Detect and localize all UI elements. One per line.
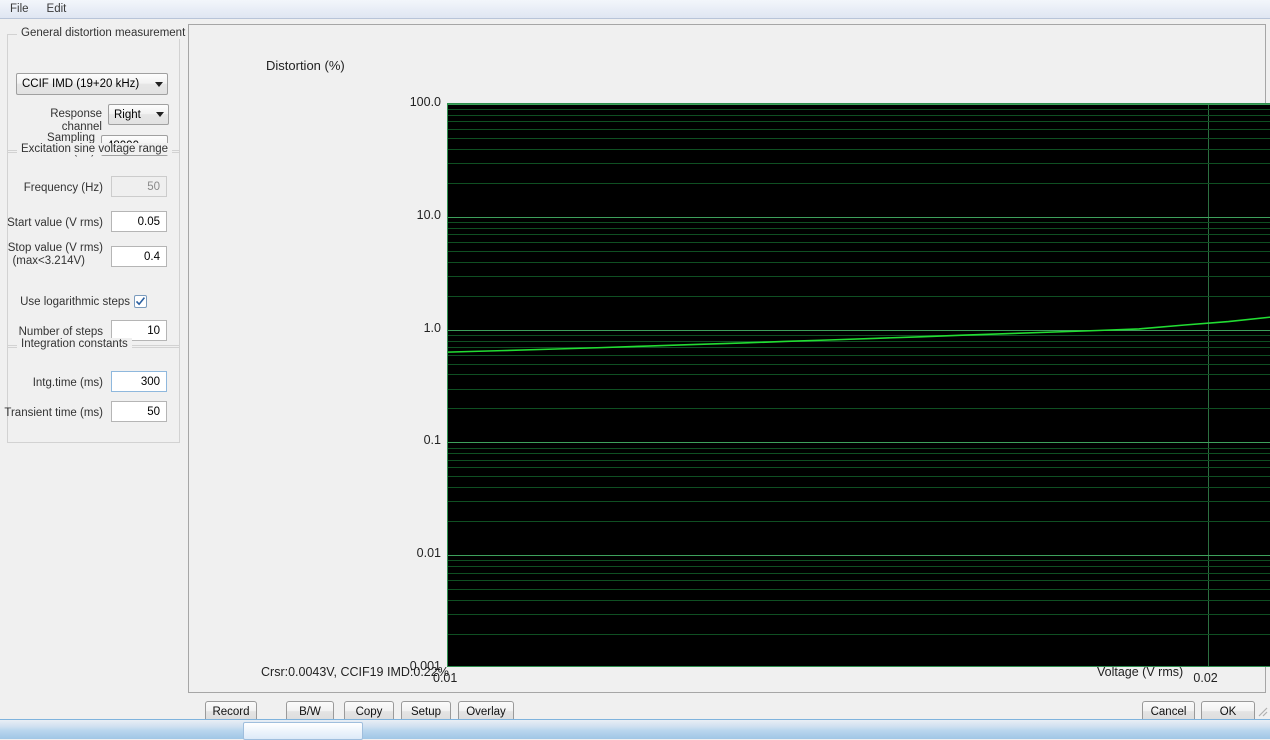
x-tick-label: 0.02 xyxy=(1193,671,1218,685)
taskbar-button-active[interactable] xyxy=(243,722,363,740)
application-window: File Edit General distortion measurement… xyxy=(0,0,1270,740)
distortion-trace xyxy=(448,316,1270,353)
x-axis-label: Voltage (V rms) xyxy=(1097,665,1184,679)
transient-time-input[interactable]: 50 xyxy=(111,401,167,422)
check-icon xyxy=(135,297,146,306)
group-integration-constants-title: Integration constants xyxy=(17,338,132,350)
taskbar xyxy=(0,719,1270,740)
frequency-label: Frequency (Hz) xyxy=(23,182,103,194)
transient-time-label: Transient time (ms) xyxy=(4,407,103,419)
number-of-steps-text: 10 xyxy=(147,324,160,337)
start-value-label: Start value (V rms) xyxy=(7,217,103,229)
chevron-down-icon xyxy=(151,82,167,87)
y-tick-label: 10.0 xyxy=(416,207,441,222)
y-tick-label: 100.0 xyxy=(409,95,441,109)
response-channel-label: Response channel xyxy=(50,108,102,133)
start-value-text: 0.05 xyxy=(137,215,160,228)
response-channel-value: Right xyxy=(114,108,141,121)
measurement-type-value: CCIF IMD (19+20 kHz) xyxy=(22,78,140,90)
menu-bar: File Edit xyxy=(0,0,1270,19)
stop-value-label-line1: Stop value (V rms) xyxy=(7,242,103,254)
stop-value-input[interactable]: 0.4 xyxy=(111,246,167,267)
integration-time-label: Intg.time (ms) xyxy=(32,377,103,389)
stop-value-text: 0.4 xyxy=(144,250,160,263)
chevron-down-icon xyxy=(152,112,168,117)
integration-time-text: 300 xyxy=(140,375,160,388)
button-bar: Record B/W Copy Setup Overlay Cancel OK xyxy=(0,694,1270,722)
chart-title: Distortion (%) xyxy=(266,58,345,73)
resize-grip-icon[interactable] xyxy=(1256,705,1268,717)
start-value-input[interactable]: 0.05 xyxy=(111,211,167,232)
transient-time-text: 50 xyxy=(147,405,160,418)
group-general-distortion-title: General distortion measurement xyxy=(17,27,190,39)
plot-area[interactable] xyxy=(447,103,1270,667)
cursor-readout: Crsr:0.0043V, CCIF19 IMD:0.22% xyxy=(261,665,449,679)
use-log-steps-checkbox[interactable] xyxy=(134,295,147,308)
integration-time-input[interactable]: 300 xyxy=(111,371,167,392)
settings-sidebar: General distortion measurement CCIF IMD … xyxy=(0,19,190,719)
chart-panel: Distortion (%) 100.0 10.0 1.0 0.1 0.01 0.001 … xyxy=(188,24,1270,693)
stop-value-label: Stop value (V rms) (max<3.214V) xyxy=(6,242,103,268)
frequency-value: 50 xyxy=(147,180,160,193)
group-integration-constants: Integration constants xyxy=(7,338,180,443)
trace-line xyxy=(448,316,1270,353)
y-tick-label: 0.01 xyxy=(416,546,441,561)
menu-item-file[interactable]: File xyxy=(2,1,37,17)
measurement-type-combo[interactable]: CCIF IMD (19+20 kHz) xyxy=(16,73,168,95)
frequency-input[interactable]: 50 xyxy=(111,176,167,197)
group-excitation-range-title: Excitation sine voltage range xyxy=(17,143,173,155)
use-log-steps-label: Use logarithmic steps xyxy=(20,296,130,308)
y-tick-label: 1.0 xyxy=(423,320,441,335)
y-tick-label: 0.1 xyxy=(423,433,441,448)
response-channel-combo[interactable]: Right xyxy=(108,104,169,125)
stop-value-label-line2: (max<3.214V) xyxy=(12,255,85,267)
menu-item-edit[interactable]: Edit xyxy=(39,1,75,17)
